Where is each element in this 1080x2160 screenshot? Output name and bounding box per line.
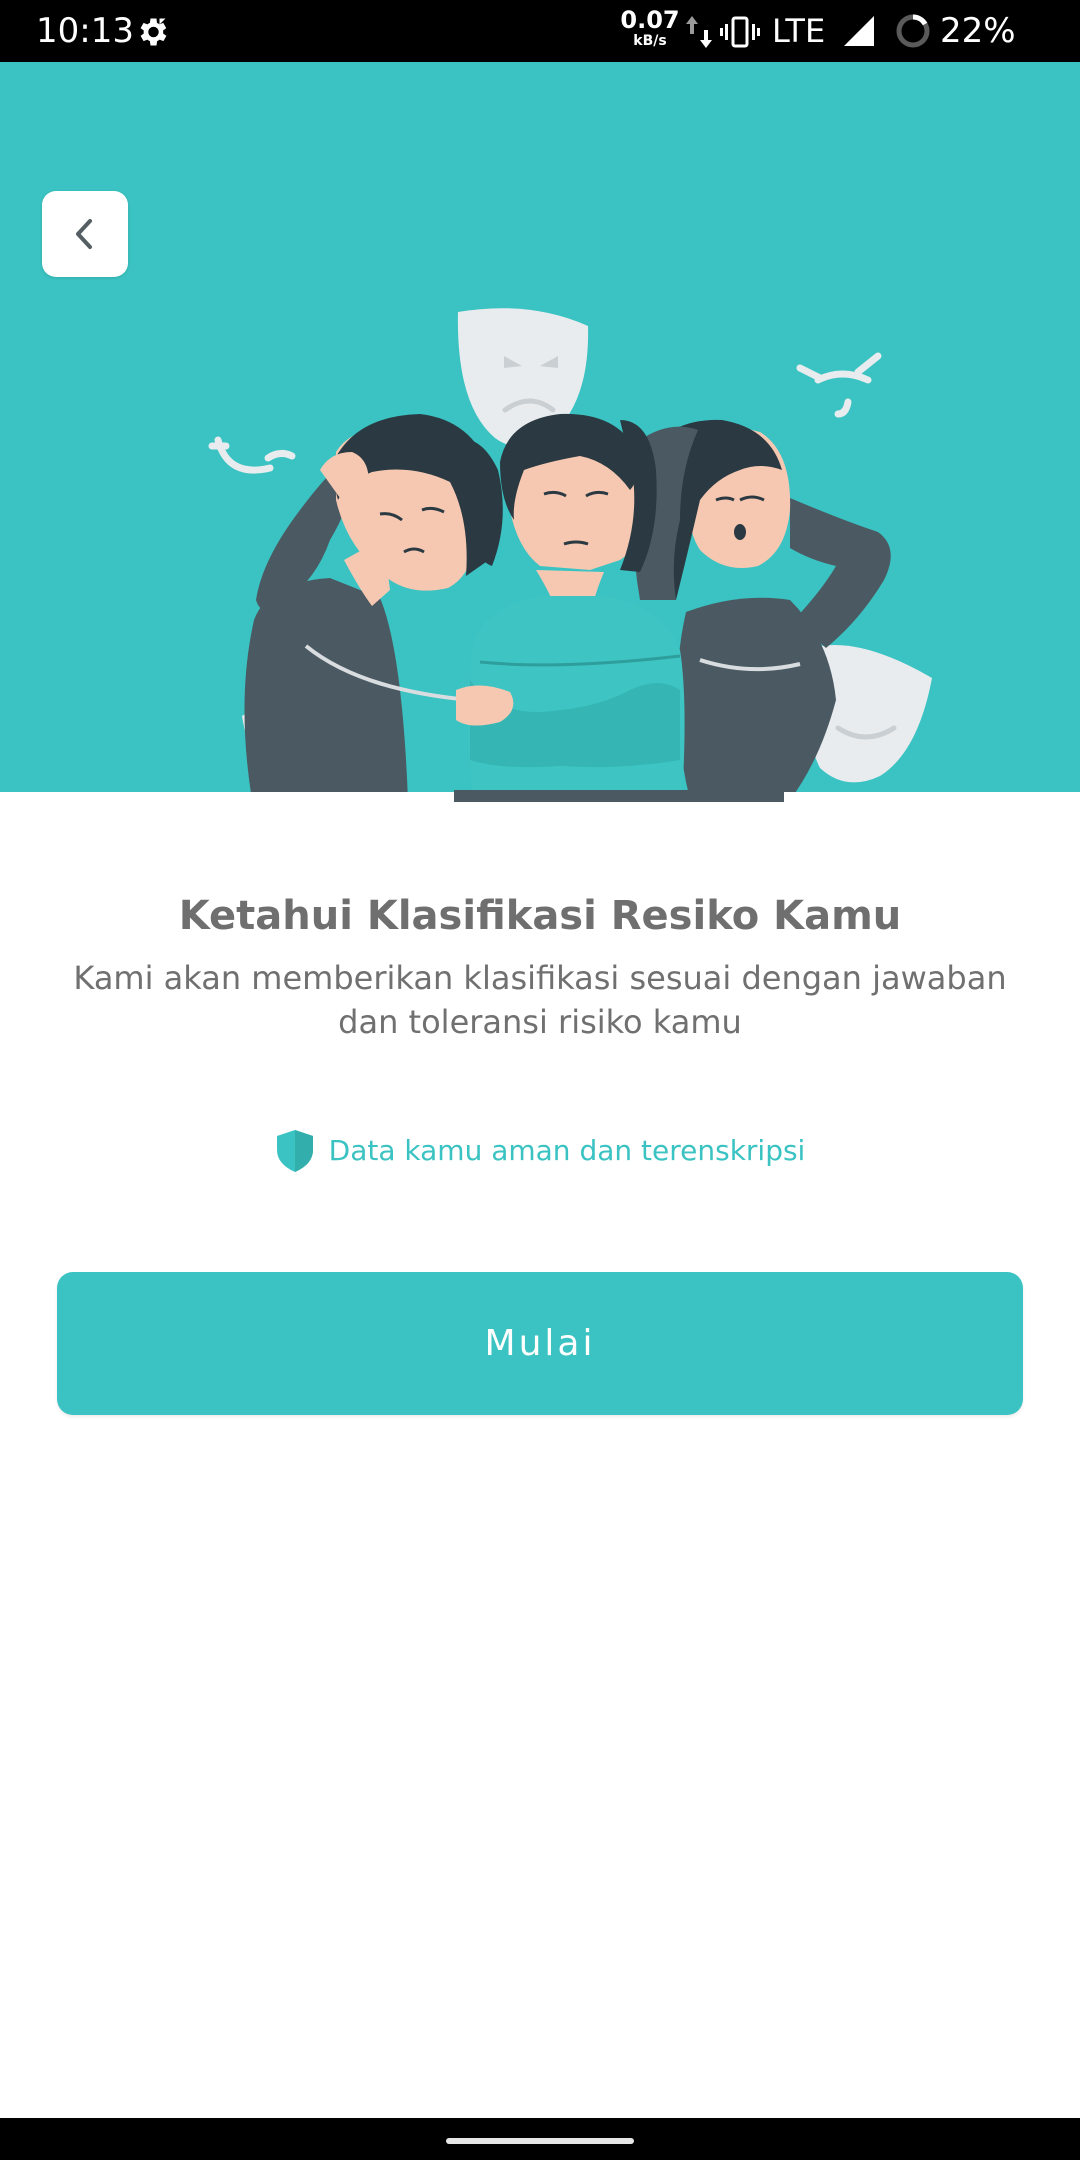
data-arrows-icon [686,16,712,48]
shield-icon [276,1130,313,1172]
home-gesture-handle[interactable] [446,2138,634,2144]
security-note: Data kamu aman dan terenskripsi [0,1128,1080,1174]
network-type: LTE [772,12,826,50]
signal-icon [844,16,874,46]
vibrate-icon [720,16,760,48]
status-bar: 10:13 0.07 kB/s LTE 22% [0,0,1080,62]
system-nav-bar [0,2118,1080,2160]
chevron-left-icon [76,219,92,249]
gear-icon [140,18,167,46]
status-time: 10:13 [36,11,134,51]
page-title: Ketahui Klasifikasi Resiko Kamu [178,893,902,939]
page-subtitle: Kami akan memberikan klasifikasi sesuai … [73,959,1007,1041]
start-button[interactable]: Mulai [57,1272,1023,1415]
battery-ring-icon [896,14,930,48]
network-speed-value: 0.07 [620,6,680,34]
battery-level: 22% [940,11,1016,51]
mood-masks-illustration [0,308,1080,802]
network-speed: 0.07 kB/s [620,8,680,48]
security-note-text: Data kamu aman dan terenskripsi [328,1134,806,1167]
network-speed-unit: kB/s [633,33,667,49]
back-button[interactable] [42,191,128,277]
